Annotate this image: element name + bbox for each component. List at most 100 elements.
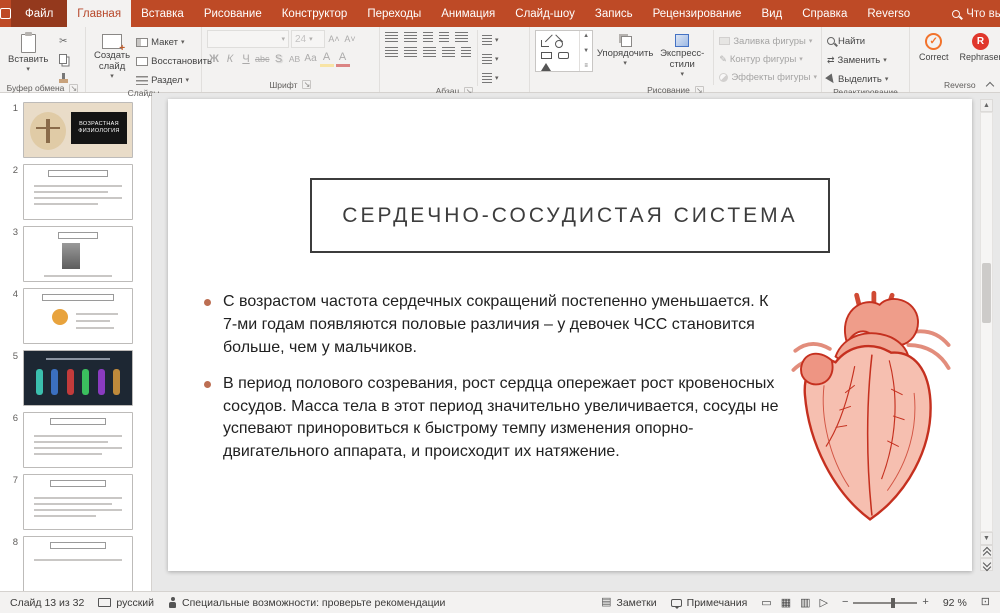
zoom-slider-thumb[interactable] xyxy=(891,598,895,608)
justify-button[interactable] xyxy=(442,47,455,57)
numbered-list-button[interactable] xyxy=(404,32,417,42)
tab-view[interactable]: Вид xyxy=(751,0,792,27)
shape-rectangle-icon[interactable] xyxy=(541,52,552,59)
fit-to-window-button[interactable]: ⊡ xyxy=(981,597,990,608)
replace-button[interactable]: ⇄ Заменить ▾ xyxy=(827,52,888,68)
find-button[interactable]: Найти xyxy=(827,33,888,49)
normal-view-button[interactable]: ▭ xyxy=(761,596,771,609)
shape-rounded-rectangle-icon[interactable] xyxy=(558,52,569,59)
tab-draw[interactable]: Рисование xyxy=(194,0,272,27)
tab-animations[interactable]: Анимация xyxy=(431,0,505,27)
powerpoint-app-icon[interactable] xyxy=(0,0,11,27)
font-dialog-launcher[interactable]: ↘ xyxy=(302,80,311,89)
format-painter-button[interactable] xyxy=(54,68,72,83)
zoom-level[interactable]: 92 % xyxy=(943,597,967,609)
thumbnail-image[interactable] xyxy=(23,288,133,344)
next-slide-button[interactable] xyxy=(980,558,993,571)
highlight-color-button[interactable]: А xyxy=(320,51,334,67)
tell-me-search[interactable]: Что вы хотите сделать? xyxy=(952,0,1000,27)
comments-button[interactable]: Примечания xyxy=(671,597,748,609)
slide-body-placeholder[interactable]: С возрастом частота сердечных сокращений… xyxy=(204,291,784,477)
thumbnail-image[interactable] xyxy=(23,412,133,468)
font-size-combobox[interactable]: 24 ▾ xyxy=(291,30,325,48)
align-center-button[interactable] xyxy=(404,47,417,57)
zoom-in-button[interactable]: + xyxy=(922,597,928,608)
reverso-rephraser-button[interactable]: R Rephraser xyxy=(956,30,1000,62)
thumbnail-slide-3[interactable]: 3 xyxy=(0,223,151,285)
cut-button[interactable]: ✂ xyxy=(54,34,72,49)
collapse-ribbon-button[interactable] xyxy=(987,81,994,88)
thumbnail-image[interactable] xyxy=(23,474,133,530)
thumbnail-image[interactable] xyxy=(23,226,133,282)
thumbnail-slide-5[interactable]: 5 xyxy=(0,347,151,409)
bullet-text[interactable]: В период полового созревания, рост сердц… xyxy=(223,373,784,465)
line-spacing-button[interactable] xyxy=(455,32,468,42)
thumbnail-slide-7[interactable]: 7 xyxy=(0,471,151,533)
slideshow-view-button[interactable]: ▷ xyxy=(820,596,828,609)
scrollbar-track[interactable] xyxy=(980,112,993,532)
anatomical-heart-image[interactable] xyxy=(780,283,962,545)
underline-button[interactable]: Ч xyxy=(239,51,253,67)
clipboard-dialog-launcher[interactable]: ↘ xyxy=(69,84,78,93)
thumbnail-slide-8[interactable]: 8 xyxy=(0,533,151,591)
scroll-down-button[interactable]: ▼ xyxy=(980,532,993,545)
bold-button[interactable]: Ж xyxy=(207,51,221,67)
zoom-slider[interactable] xyxy=(853,602,917,604)
slide-indicator[interactable]: Слайд 13 из 32 xyxy=(10,597,84,609)
bullet-text[interactable]: С возрастом частота сердечных сокращений… xyxy=(223,291,784,360)
align-left-button[interactable] xyxy=(385,47,398,57)
strikethrough-button[interactable]: abc xyxy=(255,51,270,67)
tab-help[interactable]: Справка xyxy=(792,0,857,27)
font-name-combobox[interactable]: ▾ xyxy=(207,30,289,48)
scroll-up-icon[interactable]: ▲ xyxy=(583,33,589,39)
thumbnail-image[interactable] xyxy=(23,536,133,591)
grow-font-button[interactable]: А˄ xyxy=(327,31,341,47)
scroll-down-icon[interactable]: ▼ xyxy=(583,48,589,54)
shapes-gallery-scrollbar[interactable]: ▲ ▼ ≡ xyxy=(579,31,592,71)
text-direction-button[interactable]: ▾ xyxy=(482,32,499,48)
shape-outline-button[interactable]: ✎ Контур фигуры ▾ xyxy=(719,51,817,67)
reverso-correct-button[interactable]: ✓ Correct xyxy=(915,30,953,62)
scroll-up-button[interactable]: ▲ xyxy=(980,99,993,112)
tab-design[interactable]: Конструктор xyxy=(272,0,358,27)
thumbnail-slide-4[interactable]: 4 xyxy=(0,285,151,347)
reset-button[interactable]: Восстановить xyxy=(136,53,212,69)
thumbnail-slide-1[interactable]: 1 ВОЗРАСТНАЯ ФИЗИОЛОГИЯ xyxy=(0,99,151,161)
font-color-button[interactable]: А xyxy=(336,51,350,67)
shapes-gallery[interactable]: ▲ ▼ ≡ xyxy=(535,30,593,72)
convert-smartart-button[interactable]: ▾ xyxy=(482,70,499,86)
character-spacing-button[interactable]: АВ xyxy=(288,51,302,67)
thumbnail-image[interactable] xyxy=(23,164,133,220)
new-slide-button[interactable]: Создать слайд ▾ xyxy=(91,30,133,83)
accessibility-status[interactable]: Специальные возможности: проверьте реком… xyxy=(168,597,445,609)
select-button[interactable]: Выделить ▾ xyxy=(827,71,888,87)
tab-file[interactable]: Файл xyxy=(11,0,67,27)
notes-button[interactable]: ▤ Заметки xyxy=(601,597,657,609)
gallery-more-icon[interactable]: ≡ xyxy=(584,63,588,69)
copy-button[interactable] xyxy=(54,51,72,66)
tab-slideshow[interactable]: Слайд-шоу xyxy=(505,0,585,27)
paste-button[interactable]: Вставить ▾ xyxy=(5,30,51,76)
text-shadow-button[interactable]: S xyxy=(272,51,286,67)
thumbnail-slide-6[interactable]: 6 xyxy=(0,409,151,471)
current-slide[interactable]: СЕРДЕЧНО-СОСУДИСТАЯ СИСТЕМА С возрастом … xyxy=(168,99,972,571)
change-case-button[interactable]: Аа xyxy=(304,51,318,67)
layout-button[interactable]: Макет ▾ xyxy=(136,34,212,50)
language-status[interactable]: русский xyxy=(98,597,154,609)
previous-slide-button[interactable] xyxy=(980,545,993,558)
shape-fill-button[interactable]: Заливка фигуры ▾ xyxy=(719,33,817,49)
thumbnail-image[interactable] xyxy=(23,350,133,406)
shape-effects-button[interactable]: Эффекты фигуры ▾ xyxy=(719,69,817,85)
align-text-button[interactable]: ▾ xyxy=(482,51,499,67)
tab-home[interactable]: Главная xyxy=(67,0,131,27)
shape-triangle-icon[interactable] xyxy=(541,63,551,71)
tab-reverso[interactable]: Reverso xyxy=(857,0,920,27)
decrease-indent-button[interactable] xyxy=(423,32,433,42)
thumbnail-image[interactable]: ВОЗРАСТНАЯ ФИЗИОЛОГИЯ xyxy=(23,102,133,158)
quick-styles-button[interactable]: Экспресс-стили ▾ xyxy=(657,30,707,81)
tab-record[interactable]: Запись xyxy=(585,0,643,27)
slide-sorter-view-button[interactable]: ▦ xyxy=(781,596,791,609)
vertical-scrollbar[interactable]: ▲ ▼ xyxy=(979,99,994,571)
italic-button[interactable]: К xyxy=(223,51,237,67)
align-right-button[interactable] xyxy=(423,47,436,57)
